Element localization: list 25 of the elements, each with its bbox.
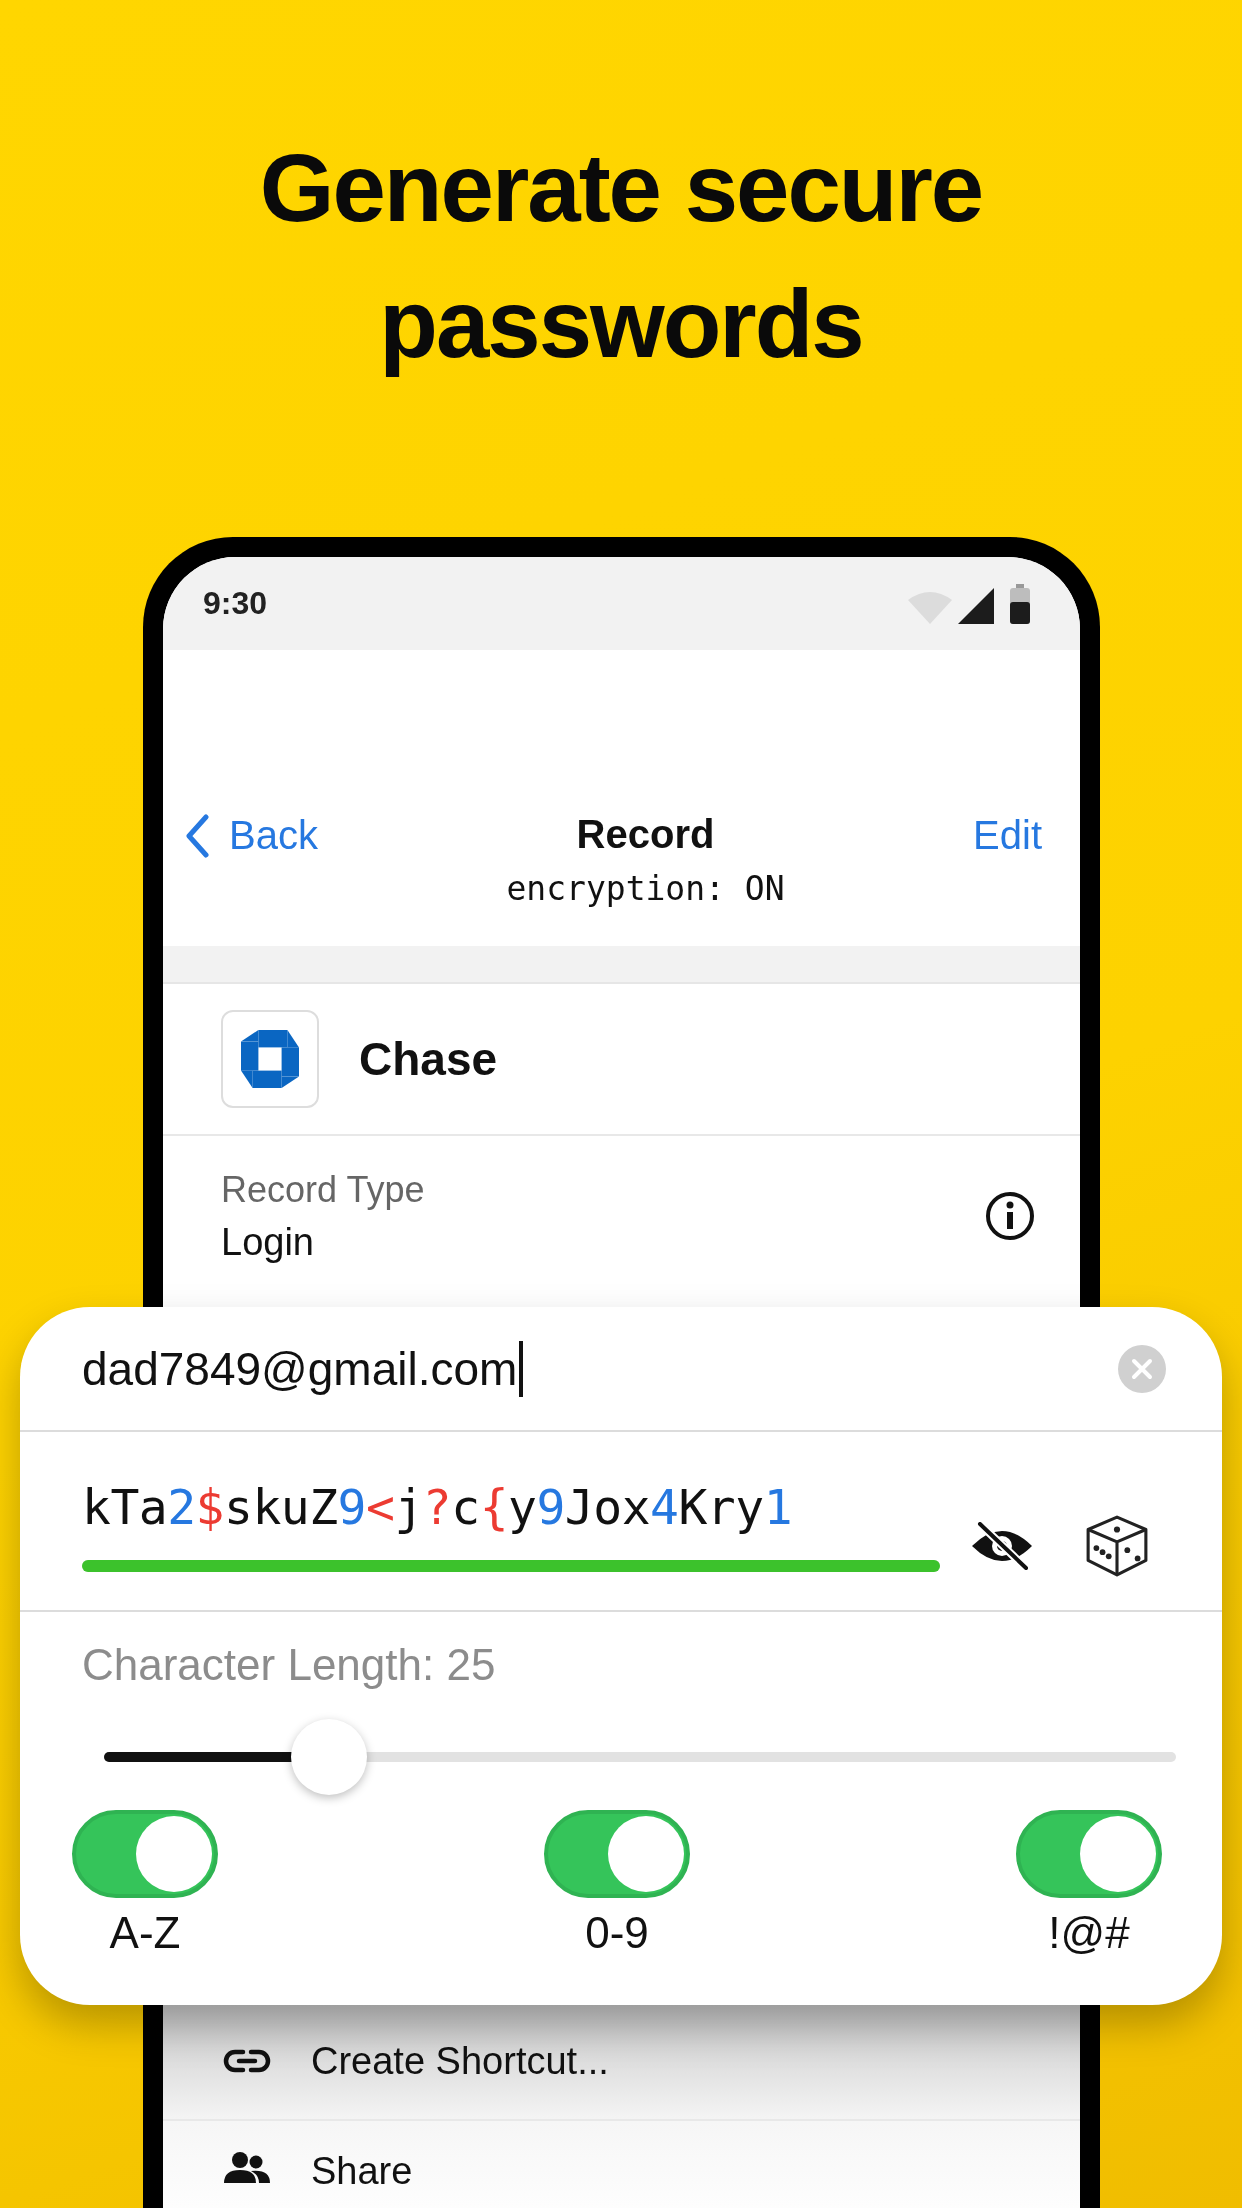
menu-item[interactable]: Create Shortcut... — [163, 2004, 1080, 2121]
chevron-left-icon — [185, 813, 209, 858]
length-label: Character Length: 25 — [82, 1640, 497, 1690]
screen-title: Record — [576, 812, 715, 857]
record-name: Chase — [359, 1032, 498, 1086]
dice-icon[interactable] — [1084, 1513, 1150, 1579]
length-slider[interactable] — [104, 1719, 1176, 1795]
toggle-label: 0-9 — [585, 1908, 649, 1958]
eye-slash-icon[interactable] — [970, 1522, 1034, 1570]
encryption-status: encryption: ON — [506, 869, 785, 908]
info-icon[interactable] — [985, 1191, 1035, 1241]
people-icon — [223, 2149, 271, 2185]
headline: Generate secure passwords — [258, 133, 984, 379]
field-label: Record Type — [221, 1168, 426, 1211]
edit-button[interactable]: Edit — [973, 813, 1042, 858]
battery-icon — [1010, 583, 1030, 624]
status-time: 9:30 — [203, 585, 268, 622]
octagon-logo-icon — [241, 1030, 299, 1088]
signal-icon — [958, 587, 994, 624]
toggle-label: A-Z — [109, 1908, 181, 1958]
back-button[interactable]: Back — [185, 813, 318, 858]
field-value: Login — [221, 1220, 315, 1264]
toggle-label: !@# — [1048, 1908, 1130, 1958]
username-field[interactable]: dad7849@gmail.com — [82, 1340, 524, 1397]
password-field[interactable]: kTa2$skuZ9<j?c{y9Jox4Kry1 — [82, 1475, 793, 1539]
